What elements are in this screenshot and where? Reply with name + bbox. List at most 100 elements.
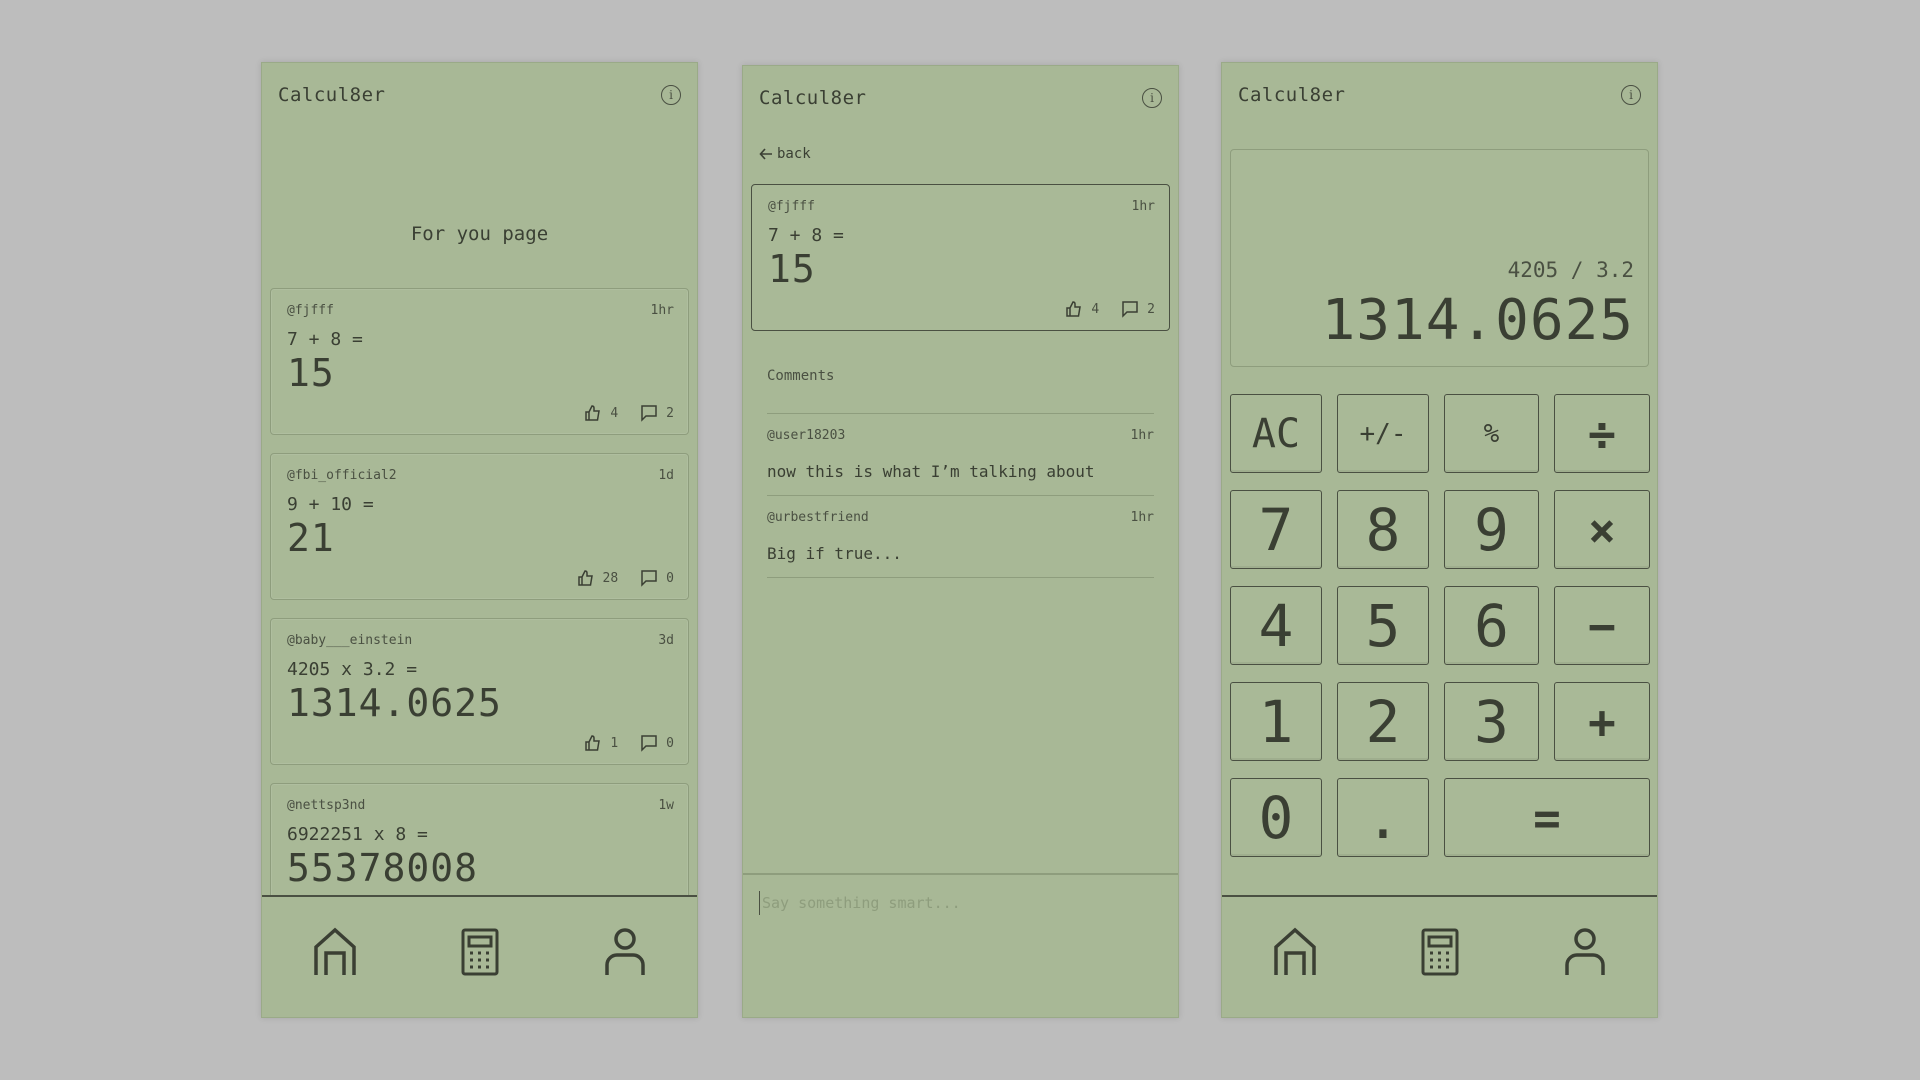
comment-icon [641,405,657,422]
comment-button[interactable]: 0 [640,569,674,587]
comment-composer [743,873,1178,1017]
key-2[interactable]: 2 [1337,682,1429,761]
calculator-display: 4205 / 3.2 1314.0625 [1230,149,1649,367]
thumbs-up-icon [1066,301,1082,317]
post-card[interactable]: @fjfff 1hr 7 + 8 = 15 4 2 [270,288,689,435]
like-button[interactable]: 4 [1065,300,1099,318]
calculator-screen: Calcul8er i 4205 / 3.2 1314.0625 AC +/- … [1221,62,1658,1018]
post-expression: 7 + 8 = [287,329,363,350]
multiply-button[interactable]: × [1554,490,1650,569]
post-detail-screen: Calcul8er i back @fjfff 1hr 7 + 8 = 15 4… [742,65,1179,1018]
post-card[interactable]: @baby___einstein 3d 4205 x 3.2 = 1314.06… [270,618,689,765]
sign-toggle-button[interactable]: +/- [1337,394,1429,473]
arrow-left-icon [759,148,772,160]
profile-icon [604,928,645,975]
like-button[interactable]: 1 [584,734,618,752]
post-stats: 4 2 [584,404,674,422]
post-username[interactable]: @baby___einstein [287,633,412,648]
info-icon[interactable]: i [1142,88,1162,108]
post-expression: 7 + 8 = [768,225,844,246]
comment-count: 2 [666,405,674,421]
comment-username[interactable]: @urbestfriend [767,510,869,525]
thumbs-up-icon [585,735,601,751]
back-button[interactable]: back [759,146,811,162]
clear-button[interactable]: AC [1230,394,1322,473]
comment-button[interactable]: 2 [1121,300,1155,318]
app-header: Calcul8er i [759,86,1162,110]
nav-calculator[interactable] [1416,926,1464,978]
nav-home[interactable] [311,926,359,978]
bottom-nav [1222,895,1657,1017]
comment-input[interactable] [759,891,1162,915]
comment-icon [1122,301,1138,318]
like-button[interactable]: 28 [577,569,619,587]
key-1[interactable]: 1 [1230,682,1322,761]
key-7[interactable]: 7 [1230,490,1322,569]
key-4[interactable]: 4 [1230,586,1322,665]
post-username[interactable]: @fjfff [768,199,815,214]
post-result: 15 [287,351,335,395]
post-timestamp: 1hr [650,303,674,318]
key-3[interactable]: 3 [1444,682,1539,761]
post-timestamp: 1hr [1131,199,1155,214]
comment-button[interactable]: 2 [640,404,674,422]
like-count: 1 [610,735,619,751]
nav-calculator[interactable] [456,926,504,978]
feed-list[interactable]: @fjfff 1hr 7 + 8 = 15 4 2 @fbi_official2… [270,288,689,958]
bottom-nav [262,895,697,1017]
post-card[interactable]: @fbi_official2 1d 9 + 10 = 21 28 0 [270,453,689,600]
info-icon[interactable]: i [1621,85,1641,105]
comment-username[interactable]: @user18203 [767,428,845,443]
key-9[interactable]: 9 [1444,490,1539,569]
post-username[interactable]: @fjfff [287,303,334,318]
percent-button[interactable]: % [1444,394,1539,473]
comment-text: now this is what I’m talking about [767,462,1095,481]
comment-count: 0 [666,735,674,751]
equals-button[interactable]: = [1444,778,1650,857]
feed-screen: Calcul8er i For you page @fjfff 1hr 7 + … [261,62,698,1018]
profile-icon [1564,928,1605,975]
post-stats: 4 2 [1065,300,1155,318]
post-card: @fjfff 1hr 7 + 8 = 15 4 2 [751,184,1170,331]
key-5[interactable]: 5 [1337,586,1429,665]
comment-button[interactable]: 0 [640,734,674,752]
decimal-button[interactable]: . [1337,778,1429,857]
thumbs-up-icon [585,405,601,421]
calculator-icon [1421,928,1458,976]
like-button[interactable]: 4 [584,404,618,422]
post-username[interactable]: @nettsp3nd [287,798,365,813]
nav-profile[interactable] [601,926,649,978]
nav-home[interactable] [1271,926,1319,978]
post-result: 15 [768,247,816,291]
info-icon[interactable]: i [661,85,681,105]
page-title: For you page [410,223,549,245]
post-stats: 28 0 [577,569,674,587]
comment-text: Big if true... [767,544,902,563]
post-expression: 6922251 x 8 = [287,824,428,845]
like-count: 28 [602,570,619,586]
plus-button[interactable]: + [1554,682,1650,761]
app-title: Calcul8er [278,84,386,106]
post-username[interactable]: @fbi_official2 [287,468,397,483]
like-count: 4 [1091,301,1100,317]
divide-button[interactable]: ÷ [1554,394,1650,473]
calculator-icon [461,928,498,976]
post-expression: 9 + 10 = [287,494,374,515]
minus-button[interactable]: − [1554,586,1650,665]
post-timestamp: 1d [658,468,674,483]
calc-result: 1314.0625 [1321,288,1634,353]
comment-timestamp: 1hr [1130,510,1154,525]
comment-icon [641,735,657,752]
comment-count: 0 [666,570,674,586]
app-header: Calcul8er i [278,83,681,107]
key-6[interactable]: 6 [1444,586,1539,665]
nav-profile[interactable] [1561,926,1609,978]
key-8[interactable]: 8 [1337,490,1429,569]
comment-item: @urbestfriend 1hr Big if true... [767,496,1154,578]
key-0[interactable]: 0 [1230,778,1322,857]
calc-expression: 4205 / 3.2 [1507,258,1634,282]
home-icon [1273,927,1316,975]
app-title: Calcul8er [759,87,867,109]
app-header: Calcul8er i [1238,83,1641,107]
home-icon [313,927,356,975]
